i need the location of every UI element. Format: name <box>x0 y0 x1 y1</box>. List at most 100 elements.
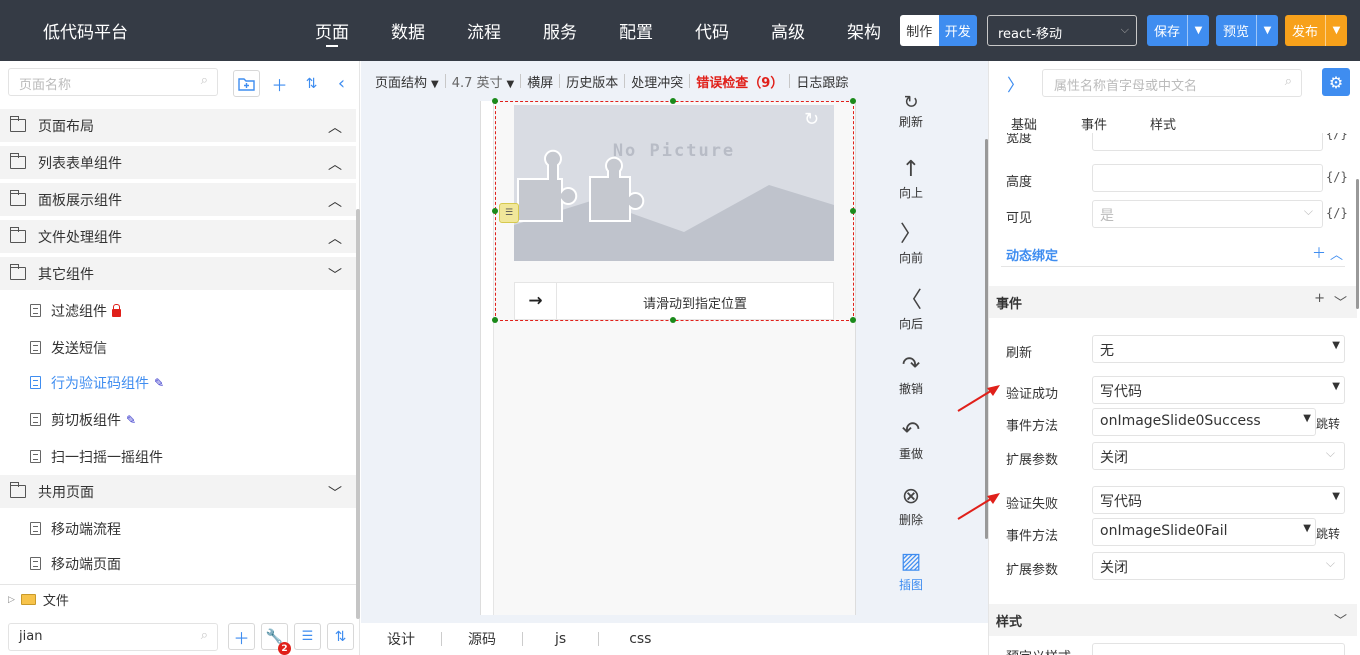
jump-button[interactable]: 跳转 <box>1316 415 1340 432</box>
log-trace-button[interactable]: 日志跟踪 <box>790 72 854 91</box>
success-select[interactable]: 写代码 ▼ <box>1092 376 1345 404</box>
caret-down-icon[interactable]: ▼ <box>1325 15 1347 46</box>
nav-flow[interactable]: 流程 <box>467 18 501 43</box>
category-file[interactable]: 文件处理组件 ︿ <box>0 220 356 253</box>
resize-handle[interactable] <box>670 98 676 104</box>
fail-method-select[interactable]: onImageSlide0Fail ▼ <box>1092 518 1316 546</box>
success-method-select[interactable]: onImageSlide0Success ▼ <box>1092 408 1316 436</box>
fail-select[interactable]: 写代码 ▼ <box>1092 486 1345 514</box>
back-action[interactable]: 〈向后 <box>886 287 936 332</box>
history-button[interactable]: 历史版本 <box>560 72 624 91</box>
plus-icon[interactable]: + <box>1314 291 1325 306</box>
jump-button[interactable]: 跳转 <box>1316 525 1340 542</box>
undo-action[interactable]: ↷ 撤销 <box>886 352 936 397</box>
events-section-header[interactable]: 事件 + ﹀ <box>989 286 1357 318</box>
tab-design[interactable]: 设计 <box>361 629 441 649</box>
tech-select[interactable]: react-移动 ⌵ <box>987 15 1137 46</box>
nav-architecture[interactable]: 架构 <box>847 18 881 43</box>
forward-action[interactable]: 〉向前 <box>886 221 936 266</box>
preview-button[interactable]: 预览 ▼ <box>1216 15 1279 46</box>
tab-style[interactable]: 样式 <box>1150 114 1176 133</box>
collapse-panel-button[interactable]: ‹ <box>328 70 355 97</box>
nav-service[interactable]: 服务 <box>543 18 577 43</box>
refresh-action[interactable]: ↻ 刷新 <box>886 93 936 130</box>
chevron-down-icon[interactable]: ﹀ <box>1334 610 1347 629</box>
code-icon[interactable]: {/} <box>1326 133 1348 141</box>
ext-params-select[interactable]: 关闭 ⌵ <box>1092 442 1345 470</box>
refresh-select[interactable]: 无 ▼ <box>1092 335 1345 363</box>
save-button[interactable]: 保存 ▼ <box>1147 15 1210 46</box>
category-layout[interactable]: 页面布局 ︿ <box>0 109 356 142</box>
properties-scrollbar[interactable] <box>1356 179 1359 309</box>
width-input[interactable] <box>1092 133 1323 151</box>
category-shared[interactable]: 共用页面 ﹀ <box>0 475 356 508</box>
predefined-style-select[interactable] <box>1092 643 1345 655</box>
tab-source[interactable]: 源码 <box>442 629 522 649</box>
component-tag-icon[interactable]: ☰ <box>499 203 519 223</box>
mode-dev-button[interactable]: 开发 <box>938 15 977 46</box>
chevron-down-icon[interactable]: ﹀ <box>1334 292 1347 311</box>
settings-button[interactable]: ⚙ <box>1322 68 1350 96</box>
insert-image-action[interactable]: ▨ 插图 <box>886 548 936 593</box>
resize-handle[interactable] <box>492 317 498 323</box>
nav-page[interactable]: 页面 <box>315 18 349 47</box>
tab-events[interactable]: 事件 <box>1081 114 1107 133</box>
file-tree-root[interactable]: ▷ 文件 <box>0 584 356 614</box>
resize-handle[interactable] <box>670 317 676 323</box>
component-item-captcha[interactable]: 行为验证码组件 ✎ <box>0 366 356 399</box>
nav-data[interactable]: 数据 <box>391 18 425 43</box>
dynamic-binding-title[interactable]: 动态绑定 <box>1006 245 1058 264</box>
publish-button[interactable]: 发布 ▼ <box>1285 15 1348 46</box>
resize-handle[interactable] <box>850 98 856 104</box>
property-search-input[interactable]: 属性名称首字母或中文名 ⌕ <box>1042 69 1302 97</box>
chevron-right-icon[interactable]: 〉 <box>1007 71 1024 96</box>
move-up-action[interactable]: ↑ 向上 <box>886 156 936 201</box>
component-item-mobile-page[interactable]: 移动端页面 <box>0 547 356 580</box>
plus-icon[interactable]: ＋ <box>1312 243 1326 263</box>
caret-down-icon[interactable]: ▼ <box>1187 15 1209 46</box>
tab-js[interactable]: js <box>523 631 598 647</box>
code-icon[interactable]: {/} <box>1326 206 1348 220</box>
category-list-form[interactable]: 列表表单组件 ︿ <box>0 146 356 179</box>
new-folder-button[interactable] <box>233 70 260 97</box>
tab-basic[interactable]: 基础 <box>1011 114 1037 133</box>
visible-select[interactable]: 是 ⌵ <box>1092 200 1323 228</box>
nav-code[interactable]: 代码 <box>695 18 729 43</box>
component-item-sms[interactable]: 发送短信 <box>0 331 356 364</box>
ext-params-select[interactable]: 关闭 ⌵ <box>1092 552 1345 580</box>
resize-handle[interactable] <box>850 317 856 323</box>
page-search-input[interactable]: 页面名称 ⌕ <box>8 68 218 96</box>
page-structure-menu[interactable]: 页面结构 ▼ <box>361 72 445 91</box>
component-item-clipboard[interactable]: 剪切板组件 ✎ <box>0 403 356 436</box>
file-search-input[interactable]: jian ⌕ <box>8 623 218 651</box>
component-item-scan[interactable]: 扫一扫摇一摇组件 <box>0 440 356 473</box>
list-order-button[interactable]: ☰ <box>294 623 321 650</box>
conflict-button[interactable]: 处理冲突 <box>625 72 689 91</box>
delete-action[interactable]: ⊗ 删除 <box>886 483 936 528</box>
category-panel[interactable]: 面板展示组件 ︿ <box>0 183 356 216</box>
chevron-up-icon[interactable]: ︿ <box>1330 244 1343 263</box>
sort-files-button[interactable]: ⇅ <box>327 623 354 650</box>
resize-handle[interactable] <box>492 208 498 214</box>
nav-config[interactable]: 配置 <box>619 18 653 43</box>
caret-down-icon[interactable]: ▼ <box>1256 15 1278 46</box>
screen-size-select[interactable]: 4.7 英寸 ▼ <box>446 72 521 91</box>
add-file-button[interactable]: ＋ <box>228 623 255 650</box>
mode-make-button[interactable]: 制作 <box>900 15 939 46</box>
landscape-button[interactable]: 横屏 <box>521 72 559 91</box>
code-icon[interactable]: {/} <box>1326 170 1348 184</box>
tab-css[interactable]: css <box>599 631 681 647</box>
nav-advanced[interactable]: 高级 <box>771 18 805 43</box>
sort-button[interactable]: ⇅ <box>298 70 325 97</box>
height-input[interactable] <box>1092 164 1323 192</box>
redo-action[interactable]: ↶ 重做 <box>886 417 936 462</box>
component-item-mobile-flow[interactable]: 移动端流程 <box>0 512 356 545</box>
add-button[interactable]: ＋ <box>266 70 293 97</box>
style-section-header[interactable]: 样式 ﹀ <box>989 604 1357 636</box>
component-item-filter[interactable]: 过滤组件 <box>0 294 356 327</box>
error-check-button[interactable]: 错误检查（9） <box>690 72 789 91</box>
tools-button[interactable]: 🔧 2 <box>261 623 291 655</box>
resize-handle[interactable] <box>492 98 498 104</box>
category-other[interactable]: 其它组件 ﹀ <box>0 257 356 290</box>
left-scrollbar[interactable] <box>356 209 360 619</box>
